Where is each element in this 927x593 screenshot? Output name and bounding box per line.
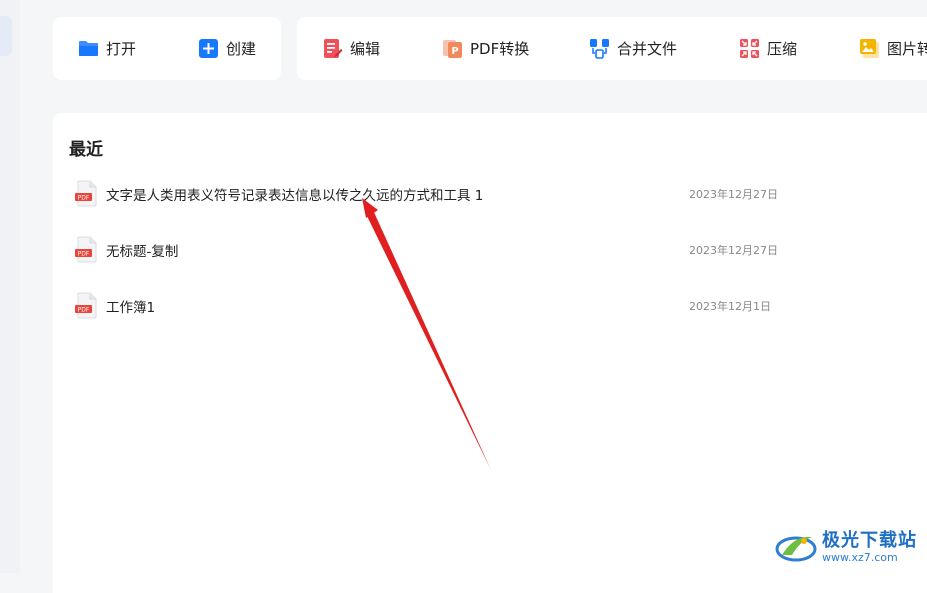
- image-icon: [860, 39, 879, 58]
- compress-icon: [740, 39, 759, 58]
- watermark-url: www.xz7.com: [822, 550, 898, 564]
- recent-panel: 最近 PDF 文字是人类用表义符号记录表达信息以传之久远的方式和工具 1 202…: [53, 113, 927, 593]
- open-button[interactable]: 打开: [78, 17, 136, 80]
- pdf-badge: PDF: [78, 251, 90, 258]
- pdf-file-icon: PDF: [75, 180, 97, 207]
- watermark-title: 极光下载站: [822, 529, 917, 551]
- toolbar-group-tools: 编辑 P PDF转换 合并文件 压缩 图片转: [297, 17, 927, 80]
- merge-files-button[interactable]: 合并文件: [589, 17, 677, 80]
- create-label: 创建: [226, 40, 257, 58]
- pdf-convert-label: PDF转换: [470, 40, 530, 58]
- file-name: 文字是人类用表义符号记录表达信息以传之久远的方式和工具 1: [106, 188, 484, 204]
- image-convert-label: 图片转: [887, 40, 927, 58]
- compress-button[interactable]: 压缩: [739, 17, 797, 80]
- file-name: 无标题-复制: [106, 244, 179, 260]
- merge-files-label: 合并文件: [617, 40, 678, 58]
- file-name: 工作簿1: [106, 300, 156, 316]
- folder-icon: [79, 41, 98, 56]
- recent-file-row[interactable]: PDF 文字是人类用表义符号记录表达信息以传之久远的方式和工具 1 2023年1…: [75, 180, 795, 208]
- recent-file-row[interactable]: PDF 无标题-复制 2023年12月27日: [75, 236, 795, 264]
- edit-button[interactable]: 编辑: [322, 17, 380, 80]
- pdf-badge: PDF: [78, 195, 90, 202]
- open-label: 打开: [106, 40, 137, 58]
- toolbar-group-file: 打开 创建: [53, 17, 281, 80]
- edit-document-icon: [324, 39, 343, 58]
- pdf-badge: PDF: [78, 307, 90, 314]
- svg-text:P: P: [451, 46, 458, 57]
- pdf-convert-icon: P: [443, 40, 462, 58]
- left-rail-selected-item[interactable]: [0, 16, 12, 56]
- pdf-file-icon: PDF: [75, 292, 97, 319]
- image-convert-button[interactable]: 图片转: [859, 17, 927, 80]
- create-button[interactable]: 创建: [198, 17, 256, 80]
- file-date: 2023年12月27日: [689, 244, 778, 257]
- edit-label: 编辑: [350, 40, 381, 58]
- watermark: 极光下载站 www.xz7.com: [774, 529, 917, 565]
- compress-label: 压缩: [767, 40, 798, 58]
- pdf-file-icon: PDF: [75, 236, 97, 263]
- plus-icon: [199, 39, 218, 58]
- file-date: 2023年12月1日: [689, 300, 771, 313]
- file-date: 2023年12月27日: [689, 188, 778, 201]
- merge-icon: [590, 39, 609, 59]
- watermark-logo-icon: [775, 536, 817, 562]
- recent-file-row[interactable]: PDF 工作簿1 2023年12月1日: [75, 292, 795, 320]
- recent-title: 最近: [69, 140, 103, 160]
- pdf-convert-button[interactable]: P PDF转换: [442, 17, 529, 80]
- left-rail: [0, 0, 20, 573]
